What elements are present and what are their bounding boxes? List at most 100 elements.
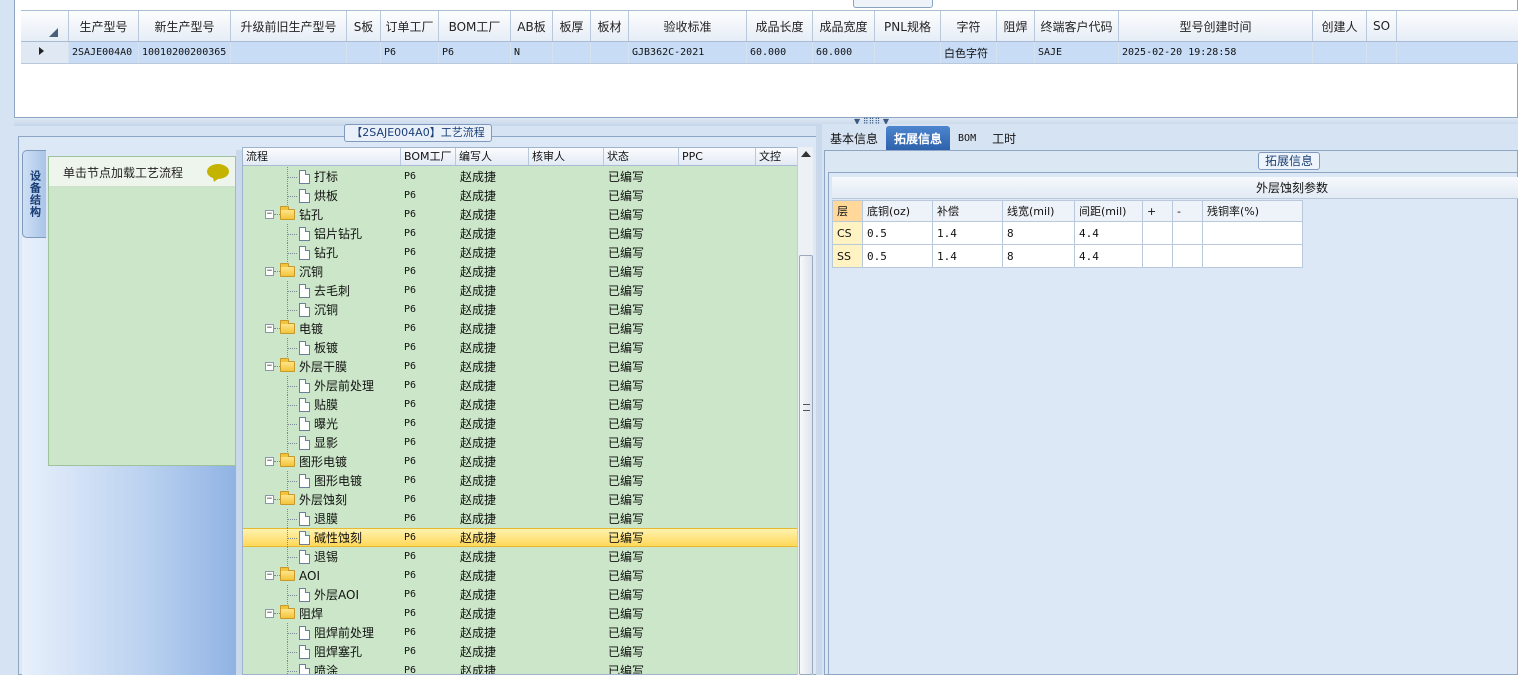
tree-step-row[interactable]: 去毛刺 P6 赵成捷 已编写	[243, 281, 797, 300]
param-cell[interactable]	[1142, 244, 1173, 268]
tree-step-row[interactable]: 显影 P6 赵成捷 已编写	[243, 433, 797, 452]
tree-column-header[interactable]: 状态	[604, 148, 679, 165]
table-cell[interactable]: 60.000	[813, 42, 875, 63]
collapse-icon[interactable]: −	[265, 609, 274, 618]
tree-node[interactable]: − AOI	[243, 566, 401, 585]
tree-group-row[interactable]: − 沉铜 P6 赵成捷 已编写	[243, 262, 797, 281]
scroll-up-arrow-icon[interactable]	[801, 151, 811, 157]
tab-equipment-structure[interactable]: 设备结构	[22, 150, 46, 238]
tab-extended-info[interactable]: 拓展信息	[886, 126, 951, 154]
table-cell[interactable]	[997, 42, 1035, 63]
tree-node[interactable]: 喷涂	[243, 661, 401, 674]
tree-node[interactable]: 碱性蚀刻	[243, 528, 401, 547]
tree-column-header[interactable]: 核审人	[529, 148, 604, 165]
tree-step-row[interactable]: 烘板 P6 赵成捷 已编写	[243, 186, 797, 205]
row-header-corner[interactable]	[21, 11, 69, 41]
table-cell[interactable]	[347, 42, 381, 63]
column-header[interactable]: BOM工厂	[439, 11, 511, 41]
tree-node[interactable]: 铝片钻孔	[243, 224, 401, 243]
tree-node[interactable]: − 外层蚀刻	[243, 490, 401, 509]
column-header[interactable]: S板	[347, 11, 381, 41]
table-cell[interactable]: 2025-02-20 19:28:58	[1119, 42, 1313, 63]
param-cell[interactable]: 4.4	[1074, 221, 1143, 245]
param-cell[interactable]: CS	[832, 221, 863, 245]
tree-node[interactable]: − 钻孔	[243, 205, 401, 224]
tree-node[interactable]: 退膜	[243, 509, 401, 528]
tab-basic-info[interactable]: 基本信息	[822, 126, 886, 150]
tree-node[interactable]: 阻焊前处理	[243, 623, 401, 642]
collapse-icon[interactable]: −	[265, 571, 274, 580]
table-cell[interactable]	[1367, 42, 1397, 63]
tree-group-row[interactable]: − 钻孔 P6 赵成捷 已编写	[243, 205, 797, 224]
tree-step-row[interactable]: 阻焊前处理 P6 赵成捷 已编写	[243, 623, 797, 642]
column-header[interactable]: 字符	[941, 11, 997, 41]
param-cell[interactable]: 0.5	[862, 244, 933, 268]
table-row[interactable]: CS 0.5 1.4 8 4.4	[832, 221, 1303, 245]
tree-node[interactable]: 板镀	[243, 338, 401, 357]
param-cell[interactable]	[1202, 244, 1303, 268]
tree-step-row[interactable]: 贴膜 P6 赵成捷 已编写	[243, 395, 797, 414]
column-header[interactable]: 验收标准	[629, 11, 747, 41]
tree-step-row[interactable]: 碱性蚀刻 P6 赵成捷 已编写	[243, 528, 797, 547]
tree-node[interactable]: 外层AOI	[243, 585, 401, 604]
param-cell[interactable]: 0.5	[862, 221, 933, 245]
tree-step-row[interactable]: 打标 P6 赵成捷 已编写	[243, 167, 797, 186]
tree-column-header[interactable]: PPC	[679, 148, 756, 165]
param-cell[interactable]: 1.4	[932, 244, 1003, 268]
collapse-icon[interactable]: −	[265, 457, 274, 466]
table-row[interactable]: SS 0.5 1.4 8 4.4	[832, 244, 1303, 268]
tree-node[interactable]: 去毛刺	[243, 281, 401, 300]
table-cell[interactable]: 2SAJE004A0	[69, 42, 139, 63]
tree-step-row[interactable]: 图形电镀 P6 赵成捷 已编写	[243, 471, 797, 490]
tree-step-row[interactable]: 喷涂 P6 赵成捷 已编写	[243, 661, 797, 674]
column-header[interactable]: 成品长度	[747, 11, 813, 41]
tree-node[interactable]: 退锡	[243, 547, 401, 566]
table-cell[interactable]: N	[511, 42, 553, 63]
param-cell[interactable]: SS	[832, 244, 863, 268]
tree-node[interactable]: 曝光	[243, 414, 401, 433]
table-cell[interactable]	[591, 42, 629, 63]
column-header[interactable]: 升级前旧生产型号	[231, 11, 347, 41]
column-header[interactable]: 型号创建时间	[1119, 11, 1313, 41]
table-cell[interactable]	[1313, 42, 1367, 63]
tree-node[interactable]: − 沉铜	[243, 262, 401, 281]
tree-step-row[interactable]: 阻焊塞孔 P6 赵成捷 已编写	[243, 642, 797, 661]
tree-step-row[interactable]: 退膜 P6 赵成捷 已编写	[243, 509, 797, 528]
param-cell[interactable]: 8	[1002, 244, 1075, 268]
column-header[interactable]: 创建人	[1313, 11, 1367, 41]
table-cell[interactable]: 60.000	[747, 42, 813, 63]
tree-group-row[interactable]: − 阻焊 P6 赵成捷 已编写	[243, 604, 797, 623]
param-column-header[interactable]: +	[1142, 200, 1173, 222]
tree-node[interactable]: − 电镀	[243, 319, 401, 338]
tree-column-header[interactable]: BOM工厂	[401, 148, 456, 165]
tree-group-row[interactable]: − AOI P6 赵成捷 已编写	[243, 566, 797, 585]
collapse-icon[interactable]: −	[265, 362, 274, 371]
table-row[interactable]: 2SAJE004A0 10010200200365 P6 P6 N GJB362C-202…	[21, 42, 1518, 64]
tree-scrollbar[interactable]	[797, 147, 813, 675]
param-cell[interactable]	[1172, 244, 1203, 268]
param-column-header[interactable]: 补偿	[932, 200, 1003, 222]
tree-node[interactable]: − 外层干膜	[243, 357, 401, 376]
param-column-header[interactable]: 间距(mil)	[1074, 200, 1143, 222]
param-column-header[interactable]: -	[1172, 200, 1203, 222]
tree-group-row[interactable]: − 图形电镀 P6 赵成捷 已编写	[243, 452, 797, 471]
tree-node[interactable]: 图形电镀	[243, 471, 401, 490]
tree-node[interactable]: 钻孔	[243, 243, 401, 262]
speech-bubble-icon[interactable]	[207, 164, 229, 179]
tree-group-row[interactable]: − 电镀 P6 赵成捷 已编写	[243, 319, 797, 338]
tree-step-row[interactable]: 退锡 P6 赵成捷 已编写	[243, 547, 797, 566]
middle-splitter[interactable]	[816, 126, 822, 675]
tree-column-header[interactable]: 文控	[756, 148, 797, 165]
table-cell[interactable]	[231, 42, 347, 63]
tree-node[interactable]: 显影	[243, 433, 401, 452]
tree-column-header[interactable]: 流程	[243, 148, 401, 165]
table-cell[interactable]: SAJE	[1035, 42, 1119, 63]
tree-node[interactable]: 贴膜	[243, 395, 401, 414]
tree-step-row[interactable]: 外层AOI P6 赵成捷 已编写	[243, 585, 797, 604]
table-cell[interactable]: GJB362C-2021	[629, 42, 747, 63]
column-header[interactable]: 生产型号	[69, 11, 139, 41]
param-cell[interactable]	[1202, 221, 1303, 245]
param-cell[interactable]: 4.4	[1074, 244, 1143, 268]
structure-card[interactable]: 单击节点加载工艺流程	[48, 156, 236, 466]
tree-node[interactable]: 阻焊塞孔	[243, 642, 401, 661]
